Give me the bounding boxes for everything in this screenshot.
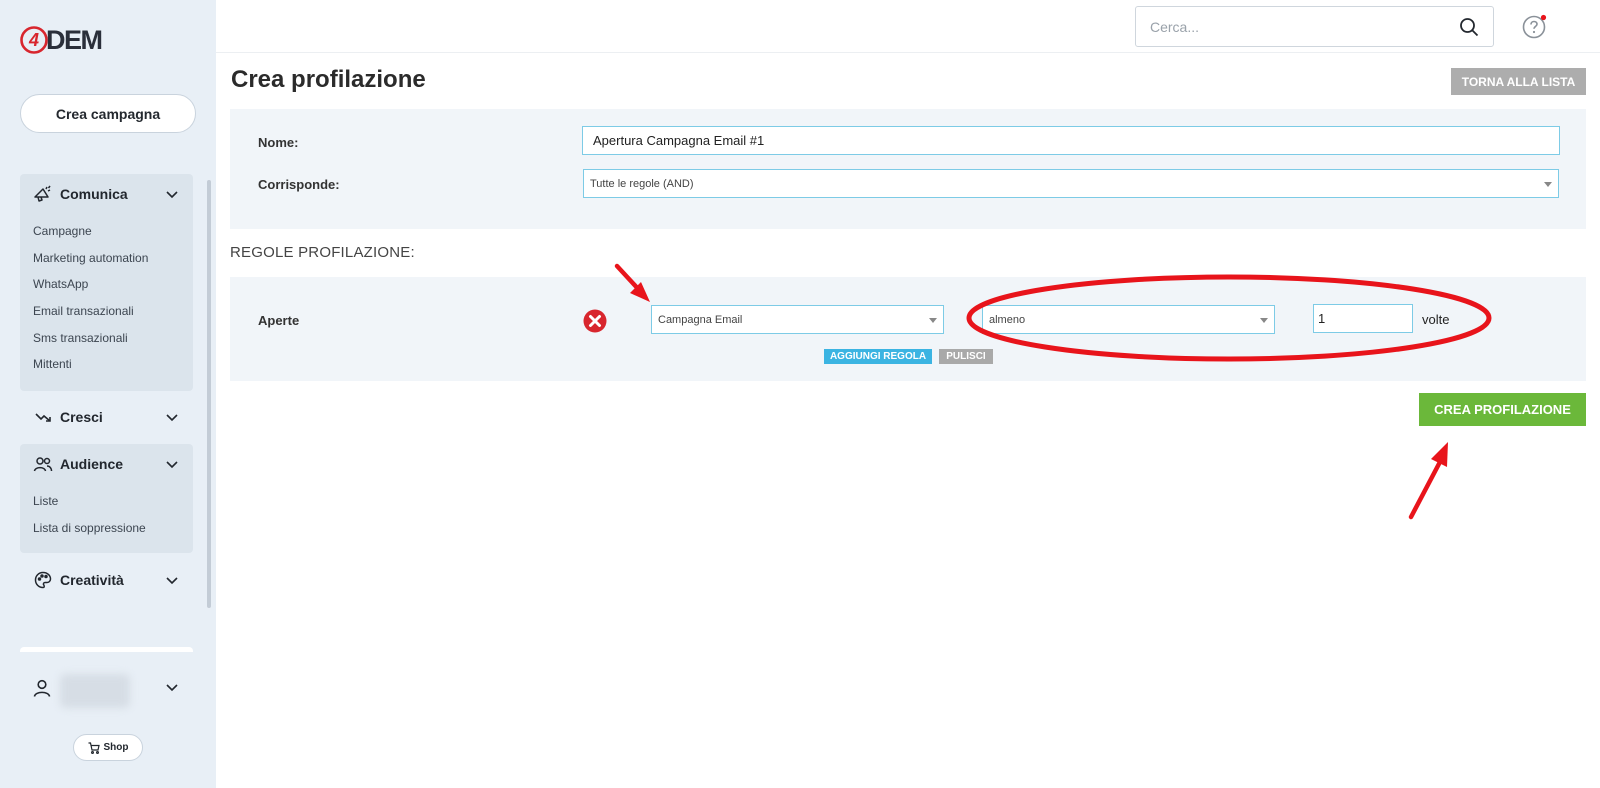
- rule-source-value: Campagna Email: [658, 313, 743, 326]
- nav-label-cresci: Cresci: [60, 409, 103, 425]
- nav-group-comunica: Comunica Campagne Marketing automation W…: [20, 174, 193, 391]
- name-label: Nome:: [258, 135, 299, 150]
- nav-group-cresci: Cresci: [20, 397, 193, 437]
- rules-section-title: REGOLE PROFILAZIONE:: [230, 244, 415, 261]
- sidebar-item-whatsapp[interactable]: WhatsApp: [33, 271, 193, 298]
- user-strip: [20, 647, 193, 652]
- svg-text:4: 4: [28, 30, 39, 50]
- dropdown-caret-icon: [1260, 317, 1268, 323]
- nav-group-audience: Audience Liste Lista di soppressione: [20, 444, 193, 553]
- user-menu[interactable]: [20, 668, 193, 708]
- help-icon[interactable]: [1521, 14, 1547, 40]
- chevron-down-icon: [166, 461, 178, 469]
- clear-rules-button[interactable]: PULISCI: [939, 349, 993, 364]
- rule-operator-value: almeno: [989, 313, 1026, 326]
- logo[interactable]: 4 DEM: [19, 24, 103, 56]
- shop-label: Shop: [103, 742, 129, 753]
- rule-source-select[interactable]: Campagna Email: [651, 305, 944, 334]
- chevron-down-icon: [166, 191, 178, 199]
- search-box: [1135, 6, 1494, 47]
- nav-label-audience: Audience: [60, 456, 124, 472]
- sidebar-item-mittenti[interactable]: Mittenti: [33, 351, 193, 378]
- add-rule-button[interactable]: AGGIUNGI REGOLA: [824, 349, 932, 364]
- nav-sub-audience: Liste Lista di soppressione: [20, 484, 193, 549]
- match-select-value: Tutte le regole (AND): [590, 177, 694, 190]
- user-icon: [33, 679, 51, 697]
- nav-head-cresci[interactable]: Cresci: [20, 397, 193, 437]
- search-input[interactable]: [1136, 7, 1436, 46]
- create-campaign-button[interactable]: Crea campagna: [20, 94, 196, 133]
- search-icon[interactable]: [1459, 17, 1479, 37]
- cart-icon: [88, 741, 100, 754]
- dropdown-caret-icon: [929, 317, 937, 323]
- match-select[interactable]: Tutte le regole (AND): [583, 169, 1559, 198]
- megaphone-icon: [32, 183, 54, 205]
- annotation-arrowhead-2: [1431, 442, 1448, 467]
- match-label: Corrisponde:: [258, 177, 340, 192]
- trending-up-icon: [32, 406, 54, 428]
- sidebar-scrollbar[interactable]: [207, 180, 211, 608]
- name-field[interactable]: Apertura Campagna Email #1: [582, 126, 1560, 155]
- blurred-username: [60, 674, 130, 708]
- chevron-down-icon: [166, 577, 178, 585]
- sidebar-item-sms-transazionali[interactable]: Sms transazionali: [33, 325, 193, 352]
- logo-text: DEM: [46, 24, 103, 55]
- sidebar-item-lista-soppressione[interactable]: Lista di soppressione: [33, 515, 193, 542]
- users-icon: [32, 453, 54, 475]
- nav-label-comunica: Comunica: [60, 186, 128, 202]
- rule-operator-select[interactable]: almeno: [982, 305, 1275, 334]
- nav-head-audience[interactable]: Audience: [20, 444, 193, 484]
- notification-dot: [1540, 14, 1547, 21]
- sidebar-item-marketing-automation[interactable]: Marketing automation: [33, 245, 193, 272]
- logo-4-icon: 4: [20, 26, 48, 54]
- rule-unit-label: volte: [1422, 312, 1450, 327]
- dropdown-caret-icon: [1544, 181, 1552, 187]
- sidebar: 4 DEM Crea campagna Comunica Campagne Ma…: [0, 0, 216, 788]
- chevron-down-icon: [166, 684, 178, 692]
- top-bar: [216, 0, 1600, 53]
- annotation-arrow-2: [1408, 457, 1444, 520]
- nav-label-creativita: Creatività: [60, 572, 124, 588]
- chevron-down-icon: [166, 414, 178, 422]
- palette-icon: [32, 569, 54, 591]
- create-profile-button[interactable]: CREA PROFILAZIONE: [1419, 393, 1586, 426]
- sidebar-item-email-transazionali[interactable]: Email transazionali: [33, 298, 193, 325]
- rule-label: Aperte: [258, 313, 300, 328]
- sidebar-item-liste[interactable]: Liste: [33, 488, 193, 515]
- remove-rule-icon[interactable]: [583, 309, 607, 333]
- page-title: Crea profilazione: [231, 66, 426, 93]
- sidebar-item-campagne[interactable]: Campagne: [33, 218, 193, 245]
- rule-count-input[interactable]: 1: [1313, 304, 1413, 333]
- app-root: 4 DEM Crea campagna Comunica Campagne Ma…: [0, 0, 1600, 788]
- back-to-list-button[interactable]: TORNA ALLA LISTA: [1451, 68, 1586, 95]
- nav-sub-comunica: Campagne Marketing automation WhatsApp E…: [20, 214, 193, 386]
- nav-head-creativita[interactable]: Creatività: [20, 560, 193, 600]
- nav-group-creativita: Creatività: [20, 560, 193, 600]
- nav-head-comunica[interactable]: Comunica: [20, 174, 193, 214]
- shop-button[interactable]: Shop: [73, 734, 143, 761]
